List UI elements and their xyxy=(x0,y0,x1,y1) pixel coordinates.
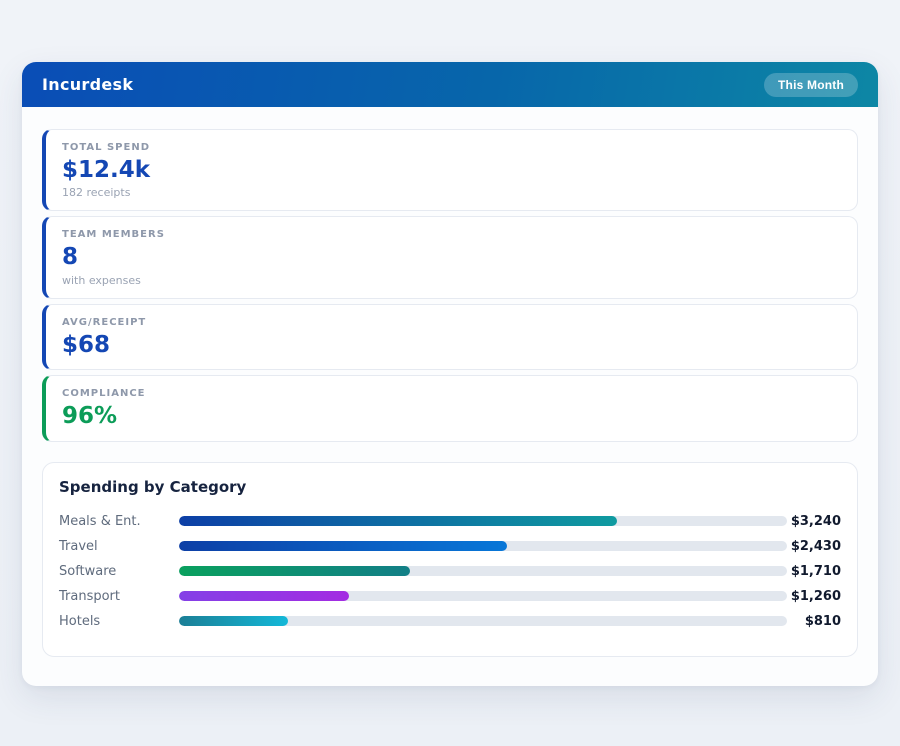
dashboard-card: Incurdesk This Month TOTAL SPEND $12.4k … xyxy=(22,62,878,686)
stat-label: AVG/RECEIPT xyxy=(62,317,841,328)
stat-value: $12.4k xyxy=(62,157,841,183)
bar-track xyxy=(179,566,787,576)
category-value: $1,710 xyxy=(787,564,841,579)
category-value: $1,260 xyxy=(787,589,841,604)
bar-track xyxy=(179,616,787,626)
bar-track xyxy=(179,541,787,551)
stat-value: $68 xyxy=(62,332,841,358)
chart-row: Hotels $810 xyxy=(59,609,841,634)
category-value: $810 xyxy=(787,614,841,629)
category-value: $2,430 xyxy=(787,539,841,554)
period-filter-badge[interactable]: This Month xyxy=(764,73,858,97)
bar-track xyxy=(179,591,787,601)
category-label: Meals & Ent. xyxy=(59,514,179,529)
spending-by-category-panel: Spending by Category Meals & Ent. $3,240… xyxy=(42,462,858,657)
chart-row: Travel $2,430 xyxy=(59,534,841,559)
stat-value: 96% xyxy=(62,403,841,429)
bar-meals xyxy=(179,516,617,526)
bar-transport xyxy=(179,591,349,601)
chart-row: Meals & Ent. $3,240 xyxy=(59,509,841,534)
stat-card-total-spend: TOTAL SPEND $12.4k 182 receipts xyxy=(42,129,858,211)
dashboard-content: TOTAL SPEND $12.4k 182 receipts TEAM MEM… xyxy=(22,107,878,657)
stat-value: 8 xyxy=(62,244,841,270)
category-label: Software xyxy=(59,564,179,579)
category-label: Travel xyxy=(59,539,179,554)
stat-subtext: 182 receipts xyxy=(62,186,841,199)
bar-track xyxy=(179,516,787,526)
app-title: Incurdesk xyxy=(42,75,133,94)
chart-row: Transport $1,260 xyxy=(59,584,841,609)
stat-card-team-members: TEAM MEMBERS 8 with expenses xyxy=(42,216,858,298)
bar-travel xyxy=(179,541,507,551)
category-label: Transport xyxy=(59,589,179,604)
chart-row: Software $1,710 xyxy=(59,559,841,584)
category-value: $3,240 xyxy=(787,514,841,529)
bar-software xyxy=(179,566,410,576)
stat-subtext: with expenses xyxy=(62,274,841,287)
stat-label: COMPLIANCE xyxy=(62,388,841,399)
stat-label: TOTAL SPEND xyxy=(62,142,841,153)
chart-title: Spending by Category xyxy=(59,478,841,496)
app-header: Incurdesk This Month xyxy=(22,62,878,107)
bar-hotels xyxy=(179,616,288,626)
category-label: Hotels xyxy=(59,614,179,629)
stat-card-compliance: COMPLIANCE 96% xyxy=(42,375,858,441)
stat-card-avg-receipt: AVG/RECEIPT $68 xyxy=(42,304,858,370)
stat-label: TEAM MEMBERS xyxy=(62,229,841,240)
